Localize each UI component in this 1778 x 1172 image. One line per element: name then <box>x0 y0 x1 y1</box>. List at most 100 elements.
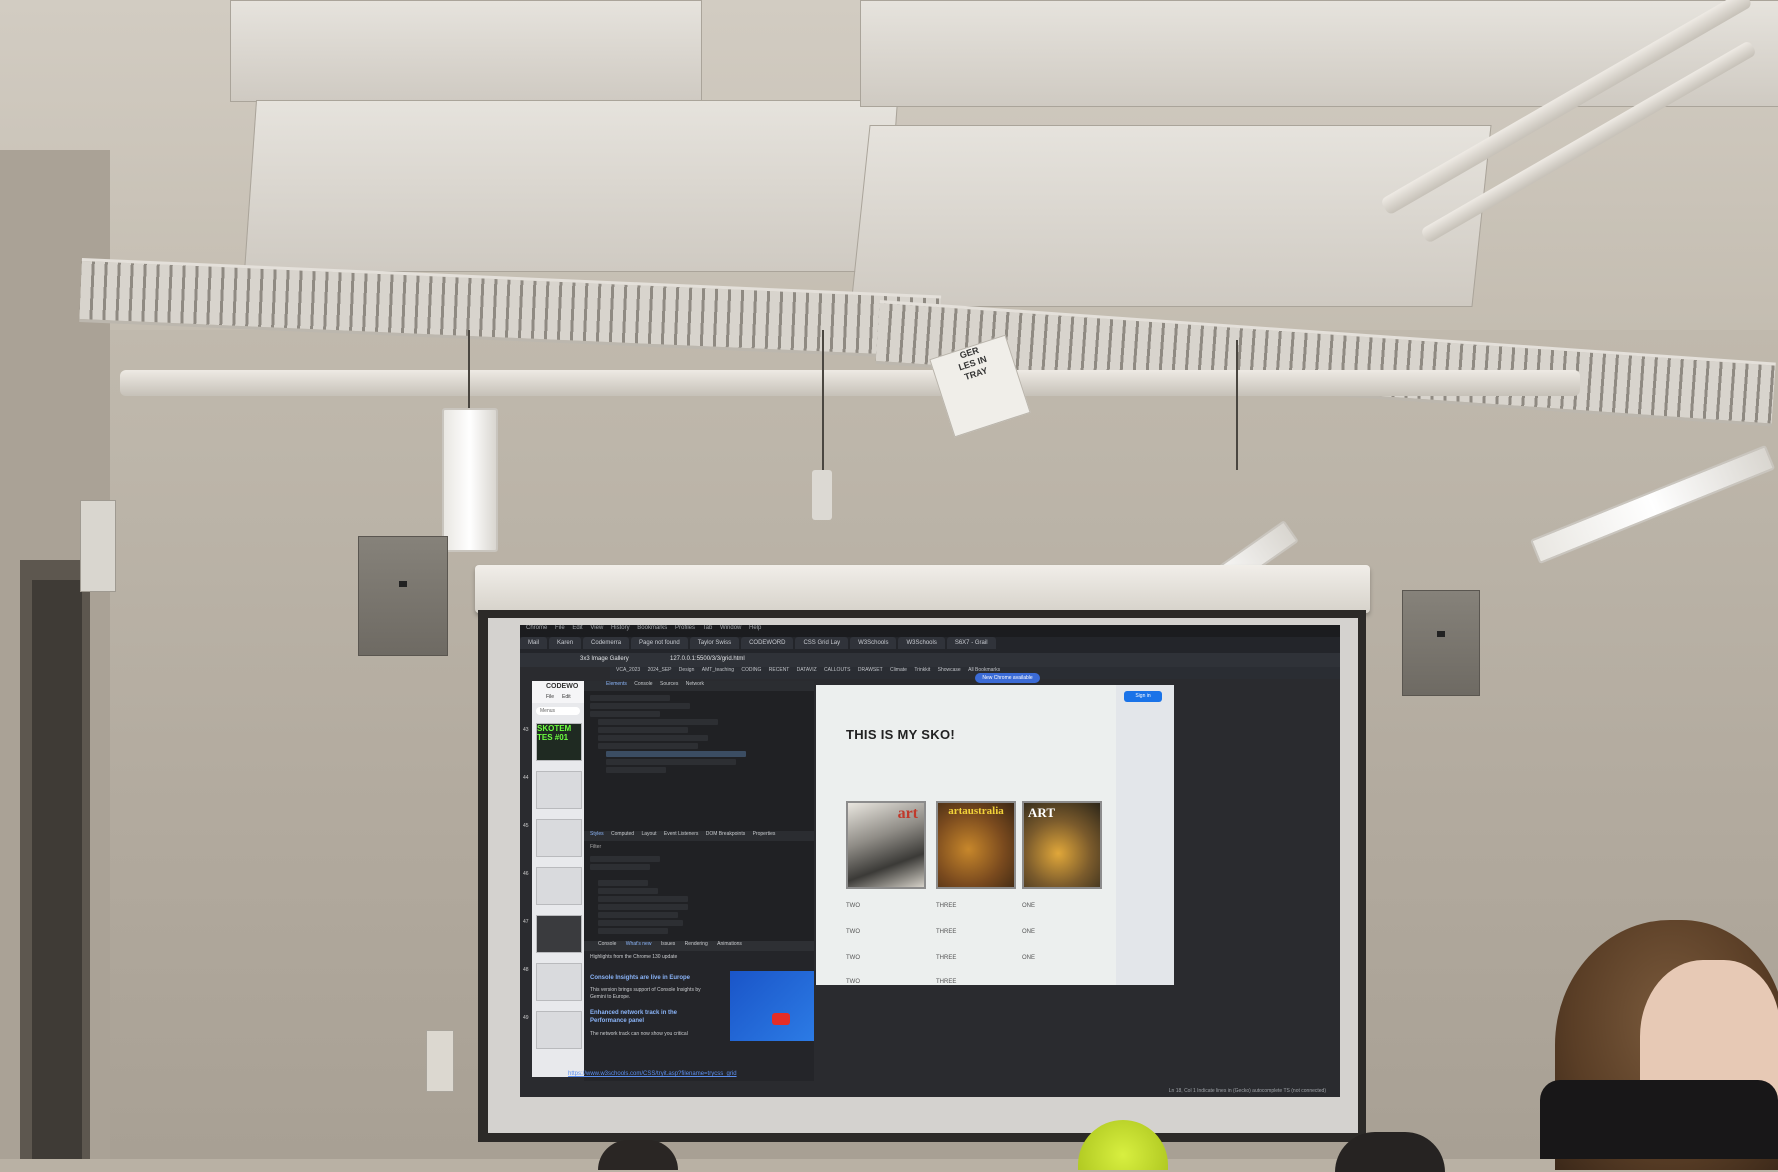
browser-tab[interactable]: W3Schools <box>898 637 945 649</box>
devtools-tab-console[interactable]: Console <box>628 681 652 687</box>
bookmark-item[interactable]: Climate <box>884 667 907 673</box>
menu-item-9[interactable]: Help <box>743 625 761 631</box>
devtools-tab-network[interactable]: Network <box>680 681 704 687</box>
status-text: Ln 18, Col 1 Indicate lines in (Gecko) a… <box>1168 1088 1326 1094</box>
css-line <box>598 888 658 894</box>
cover-title: ART <box>1028 805 1055 820</box>
browser-tab[interactable]: S6X7 - Grail <box>946 637 996 649</box>
air-duct-front <box>243 100 899 272</box>
drawer-tab[interactable]: Console <box>584 941 616 947</box>
projector-screen-housing <box>475 565 1370 613</box>
css-line <box>598 912 678 918</box>
browser-tab[interactable]: Karen <box>549 637 582 649</box>
slide-thumbnail[interactable] <box>536 771 582 809</box>
dom-line <box>606 767 666 773</box>
update-chrome-button[interactable]: New Chrome available <box>975 673 1040 683</box>
editor-menu-file[interactable]: File <box>546 694 554 700</box>
bookmark-item[interactable]: DRAWSET <box>852 667 883 673</box>
drawer-tab[interactable]: What's new <box>618 941 652 947</box>
cover-title: artaustralia <box>948 805 1004 817</box>
css-line <box>590 864 650 870</box>
drawer-tab[interactable]: Issues <box>653 941 675 947</box>
gallery-image[interactable]: artaustralia <box>936 801 1016 889</box>
browser-tab[interactable]: Page not found <box>631 637 688 649</box>
wall-light <box>80 500 116 592</box>
menu-item-0[interactable]: Chrome <box>520 625 547 631</box>
styles-tabs: Styles Computed Layout Event Listeners D… <box>584 831 814 841</box>
styles-filter[interactable]: Filter <box>590 844 601 850</box>
whats-new-heading[interactable]: Enhanced network track in the Performanc… <box>590 1009 710 1025</box>
styles-tab[interactable]: Properties <box>747 831 776 837</box>
editor-title: CODEWO <box>546 683 579 690</box>
slide-thumbnail[interactable] <box>536 1011 582 1049</box>
bookmark-item[interactable]: CALLOUTS <box>818 667 850 673</box>
slide-thumbnail[interactable] <box>536 963 582 1001</box>
menu-item-7[interactable]: Tab <box>697 625 713 631</box>
menu-item-6[interactable]: Profiles <box>669 625 695 631</box>
menu-item-2[interactable]: Edit <box>566 625 582 631</box>
lamp-wire-right <box>1236 340 1238 470</box>
dom-line <box>606 759 736 765</box>
editor-menu-edit[interactable]: Edit <box>562 694 571 700</box>
bookmark-item[interactable]: CODING <box>735 667 761 673</box>
slide-thumbnail[interactable] <box>536 867 582 905</box>
browser-tab[interactable]: CODEWORD <box>741 637 794 649</box>
editor-search[interactable]: Menus <box>536 707 580 715</box>
dom-line <box>598 727 688 733</box>
slide-number: 44 <box>523 775 529 781</box>
dom-line <box>598 719 718 725</box>
slide-thumbnail[interactable] <box>536 915 582 953</box>
browser-tab[interactable]: CSS Grid Lay <box>795 637 849 649</box>
menu-item-5[interactable]: Bookmarks <box>631 625 667 631</box>
slide-number: 48 <box>523 967 529 973</box>
mac-menubar: Chrome File Edit View History Bookmarks … <box>520 625 1340 637</box>
devtools-tab-elements[interactable]: Elements <box>584 681 627 687</box>
gallery-image[interactable]: ART <box>1022 801 1102 889</box>
styles-tab[interactable]: Layout <box>635 831 656 837</box>
whats-new-text: This version brings support of Console I… <box>590 987 701 1000</box>
youtube-play-icon[interactable] <box>772 1013 790 1025</box>
drawer-tab[interactable]: Rendering <box>677 941 708 947</box>
whats-new-heading[interactable]: Console Insights are live in Europe <box>590 975 690 981</box>
browser-tab[interactable]: Mail <box>520 637 548 649</box>
drawer-tabs: Console What's new Issues Rendering Anim… <box>584 941 814 951</box>
bookmark-item[interactable]: Trinkkit <box>908 667 930 673</box>
grid-cell: TWO <box>846 929 860 935</box>
grid-cell: THREE <box>936 955 957 961</box>
slide-thumbnail[interactable] <box>536 819 582 857</box>
styles-tab[interactable]: Computed <box>605 831 634 837</box>
menu-item-4[interactable]: History <box>605 625 630 631</box>
reference-link[interactable]: https://www.w3schools.com/CSS/tryit.asp?… <box>568 1071 737 1077</box>
grid-cell: THREE <box>936 903 957 909</box>
bookmark-item[interactable]: Design <box>673 667 695 673</box>
sign-in-button[interactable]: Sign in <box>1124 691 1162 702</box>
menu-item-3[interactable]: View <box>584 625 603 631</box>
url-text[interactable]: 127.0.0.1:5500/3/3/grid.html <box>670 656 745 662</box>
browser-tab[interactable]: W3Schools <box>850 637 897 649</box>
menu-item-1[interactable]: File <box>549 625 565 631</box>
browser-tab[interactable]: Codemerra <box>583 637 630 649</box>
bookmark-item[interactable]: AMT_teaching <box>696 667 734 673</box>
styles-tab[interactable]: DOM Breakpoints <box>700 831 745 837</box>
bookmark-item[interactable]: RECENT <box>763 667 789 673</box>
css-line <box>590 856 660 862</box>
bookmark-item[interactable]: Showcase <box>932 667 961 673</box>
bookmark-item[interactable]: 2024_SEP <box>642 667 672 673</box>
styles-tab[interactable]: Event Listeners <box>658 831 698 837</box>
address-bar[interactable]: 3x3 Image Gallery 127.0.0.1:5500/3/3/gri… <box>520 653 1340 667</box>
menu-item-8[interactable]: Window <box>714 625 741 631</box>
bookmark-item[interactable]: DATAVIZ <box>791 667 817 673</box>
browser-tab-strip: Mail Karen Codemerra Page not found Taylor S… <box>520 637 1340 653</box>
devtools-tab-sources[interactable]: Sources <box>654 681 678 687</box>
browser-tab[interactable]: Taylor Swiss <box>689 637 740 649</box>
grid-cell: TWO <box>846 979 860 985</box>
slide-thumbnail[interactable]: SKOTEM TES #01 <box>536 723 582 761</box>
slide-number: 43 <box>523 727 529 733</box>
drawer-tab[interactable]: Animations <box>709 941 742 947</box>
bookmark-item[interactable]: VCA_2023 <box>610 667 640 673</box>
gallery-image[interactable]: art <box>846 801 926 889</box>
chrome-update-video-thumbnail[interactable] <box>730 971 814 1041</box>
wall-pipe <box>120 370 1580 396</box>
styles-tab[interactable]: Styles <box>584 831 604 837</box>
whats-new-intro: Highlights from the Chrome 130 update <box>590 954 678 960</box>
